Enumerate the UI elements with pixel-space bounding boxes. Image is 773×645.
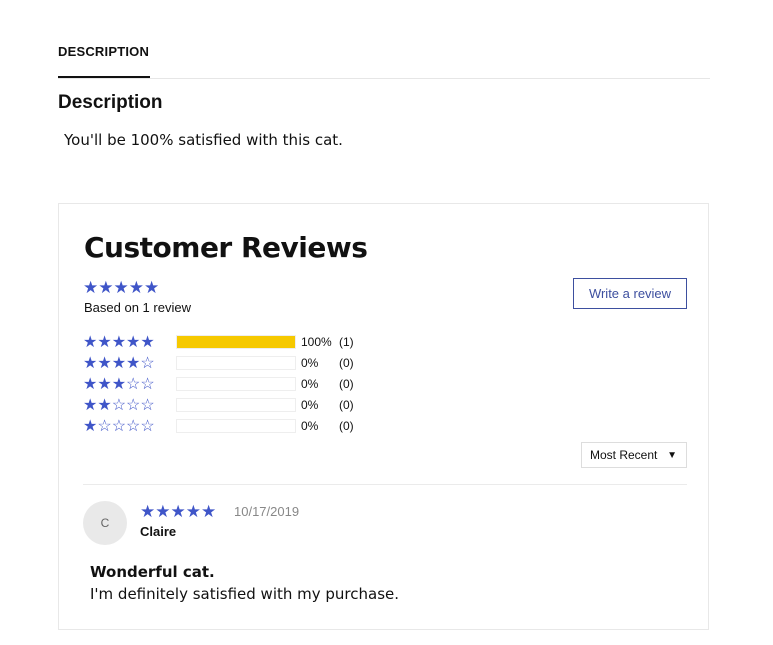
tab-bar: DESCRIPTION [58,40,710,79]
description-heading: Description [58,92,163,113]
histogram-count: (0) [339,419,354,433]
histogram-stars: ★★★★☆ [83,354,155,372]
reviews-title: Customer Reviews [84,231,368,264]
histogram-bar [176,419,296,433]
review-body: I'm definitely satisfied with my purchas… [90,585,400,603]
review-count-text: Based on 1 review [84,300,191,315]
histogram-row-2-star[interactable]: ★★☆☆☆ 0% (0) [83,396,354,414]
histogram-stars: ★★★★★ [83,333,155,351]
histogram-percent: 0% [301,377,319,391]
histogram-count: (0) [339,356,354,370]
histogram-count: (0) [339,398,354,412]
histogram-row-3-star[interactable]: ★★★☆☆ 0% (0) [83,375,354,393]
chevron-down-icon: ▼ [667,450,677,461]
histogram-stars: ★★★☆☆ [83,375,155,393]
histogram-bar [176,356,296,370]
histogram-row-4-star[interactable]: ★★★★☆ 0% (0) [83,354,354,372]
active-tab-indicator [58,76,150,78]
histogram-bar-fill [177,336,295,348]
review-date: 10/17/2019 [234,504,300,519]
histogram-bar [176,377,296,391]
histogram-bar [176,335,296,349]
histogram-count: (1) [339,335,354,349]
histogram-stars: ★☆☆☆☆ [83,417,155,435]
histogram-percent: 0% [301,398,319,412]
histogram-percent: 0% [301,419,319,433]
review-title: Wonderful cat. [90,563,215,581]
histogram-stars: ★★☆☆☆ [83,396,155,414]
avatar: C [83,501,127,545]
reviews-divider [83,484,687,485]
write-review-button[interactable]: Write a review [573,278,687,309]
description-text: You'll be 100% satisfied with this cat. [64,131,343,149]
histogram-percent: 100% [301,335,332,349]
review-rating-stars: ★★★★★ [140,502,217,521]
histogram-count: (0) [339,377,354,391]
customer-reviews-panel: Customer Reviews ★★★★★ Based on 1 review… [58,203,709,630]
sort-reviews-select[interactable]: Most Recent ▼ [581,442,687,468]
tab-description-label: DESCRIPTION [58,44,150,59]
reviewer-name: Claire [140,524,177,539]
histogram-row-1-star[interactable]: ★☆☆☆☆ 0% (0) [83,417,354,435]
histogram-row-5-star[interactable]: ★★★★★ 100% (1) [83,333,354,351]
histogram-bar [176,398,296,412]
histogram-percent: 0% [301,356,319,370]
tab-description[interactable]: DESCRIPTION [58,40,150,78]
average-rating-stars: ★★★★★ [83,278,160,297]
sort-selected-value: Most Recent [590,448,658,462]
